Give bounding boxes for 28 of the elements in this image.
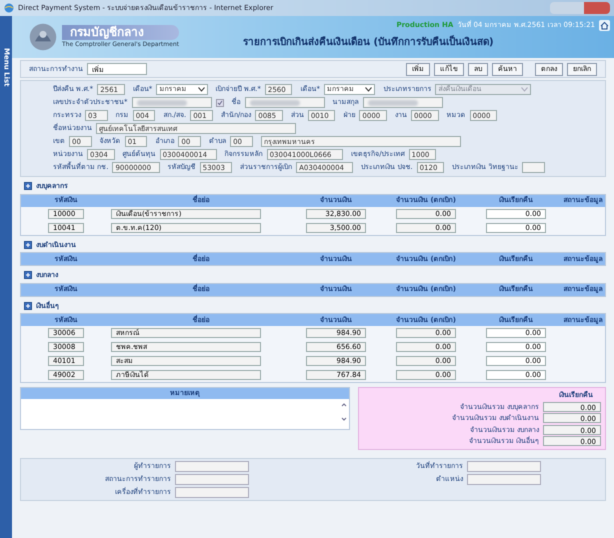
emblem-icon [28,22,58,52]
page-title: รายการเบิกเกินส่งคืนเงินเดือน (บันทึกการรับคืนเป็นเงินสด) [242,35,495,50]
input-field[interactable] [362,97,442,108]
redaction-blur [250,100,300,106]
chevron-down-icon [520,87,528,92]
chevron-down-icon [365,87,372,92]
expand-icon[interactable] [24,240,32,249]
input-field[interactable] [132,97,212,108]
expand-icon[interactable] [24,271,32,280]
input-field[interactable] [175,474,249,484]
redaction-blur [136,100,186,106]
input-field[interactable] [244,97,324,108]
redaction-blur [368,100,418,106]
chevron-down-icon [198,87,205,92]
close-button[interactable] [584,2,610,14]
input-field[interactable] [522,162,546,173]
input-field[interactable] [175,486,249,498]
checkmark-icon [216,98,224,106]
scroll-arrows-icon [341,400,347,422]
expand-icon[interactable] [24,182,32,190]
expand-icon[interactable] [24,302,32,310]
org-name: กรมบัญชีกลาง [62,25,179,40]
input-field[interactable] [467,474,541,484]
input-field[interactable] [467,460,541,472]
home-icon[interactable] [599,20,610,31]
browser-icon [4,3,14,13]
minimize-button[interactable] [550,2,568,14]
input-field[interactable] [175,460,249,472]
